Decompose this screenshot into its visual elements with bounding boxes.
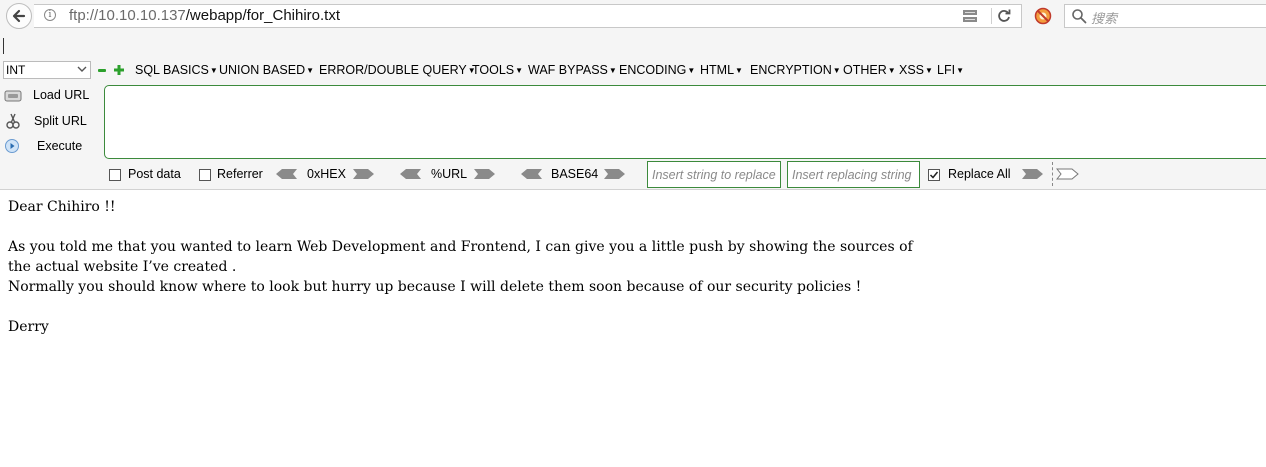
menu-label: SQL BASICS <box>135 63 209 77</box>
menu-label: TOOLS <box>472 63 515 77</box>
info-icon[interactable]: i <box>44 9 56 21</box>
load-url-icon <box>4 90 22 102</box>
replace-all-label: Replace All <box>948 167 1011 181</box>
type-select-value: INT <box>6 63 26 77</box>
execute-button[interactable]: Execute <box>37 139 82 153</box>
hex-label: 0xHEX <box>307 167 346 181</box>
minus-icon[interactable] <box>98 69 106 72</box>
replace-arrow-icon[interactable] <box>1021 167 1045 181</box>
menu-waf-bypass[interactable]: WAF BYPASS▼ <box>528 63 617 77</box>
menu-label: UNION BASED <box>219 63 306 77</box>
menu-encoding[interactable]: ENCODING▼ <box>619 63 695 77</box>
plus-icon[interactable] <box>114 65 124 75</box>
text-line: the actual website I’ve created . <box>8 259 237 275</box>
menu-label: WAF BYPASS <box>528 63 608 77</box>
menu-encryption[interactable]: ENCRYPTION▼ <box>750 63 841 77</box>
replace-all-checkbox[interactable] <box>928 169 940 181</box>
url-separator <box>991 8 992 24</box>
reload-icon[interactable] <box>996 8 1012 24</box>
menu-lfi[interactable]: LFI▼ <box>937 63 964 77</box>
back-button[interactable] <box>6 3 32 29</box>
toolbar-separator <box>1052 162 1053 186</box>
reader-view-icon[interactable] <box>962 9 978 23</box>
hex-encode-arrow-icon[interactable] <box>352 167 376 181</box>
back-arrow-icon <box>12 9 26 23</box>
replace-string-placeholder: Insert string to replace <box>652 168 776 182</box>
split-url-button[interactable]: Split URL <box>34 114 87 128</box>
checkmark-icon <box>929 171 939 179</box>
url-decode-arrow-icon[interactable] <box>398 167 422 181</box>
menu-html[interactable]: HTML▼ <box>700 63 743 77</box>
menu-error-double-query[interactable]: ERROR/DOUBLE QUERY▼ <box>319 63 476 77</box>
referrer-label: Referrer <box>217 167 263 181</box>
menu-xss[interactable]: XSS▼ <box>899 63 933 77</box>
menu-label: XSS <box>899 63 925 77</box>
menu-union-based[interactable]: UNION BASED▼ <box>219 63 314 77</box>
text-cursor <box>3 38 4 54</box>
referrer-checkbox[interactable] <box>199 169 211 181</box>
split-url-icon <box>6 113 20 129</box>
addon-icon[interactable] <box>1034 7 1052 25</box>
url-textarea[interactable] <box>104 85 1266 159</box>
post-data-label: Post data <box>128 167 181 181</box>
url-path: /webapp/for_Chihiro.txt <box>185 7 341 24</box>
base64-encode-arrow-icon[interactable] <box>603 167 627 181</box>
search-placeholder: 搜索 <box>1091 12 1118 27</box>
menu-label: HTML <box>700 63 735 77</box>
menu-other[interactable]: OTHER▼ <box>843 63 896 77</box>
text-line: Normally you should know where to look b… <box>8 279 862 295</box>
replacing-string-placeholder: Insert replacing string <box>792 168 912 182</box>
base64-decode-arrow-icon[interactable] <box>519 167 543 181</box>
chevron-down-icon <box>77 66 87 72</box>
replace-reverse-arrow-icon[interactable] <box>1056 167 1080 181</box>
text-line: Derry <box>8 319 49 335</box>
menu-label: LFI <box>937 63 956 77</box>
search-icon <box>1072 9 1087 24</box>
url-encoding-label: %URL <box>431 167 468 181</box>
menu-sql-basics[interactable]: SQL BASICS▼ <box>135 63 218 77</box>
text-line: As you told me that you wanted to learn … <box>8 239 913 255</box>
url-text[interactable]: ftp://10.10.10.137/webapp/for_Chihiro.tx… <box>69 7 340 24</box>
menu-label: OTHER <box>843 63 887 77</box>
url-encode-arrow-icon[interactable] <box>473 167 497 181</box>
execute-icon <box>5 139 19 153</box>
base64-label: BASE64 <box>551 167 599 181</box>
url-host: ftp://10.10.10.137 <box>69 7 186 24</box>
menu-label: ENCODING <box>619 63 687 77</box>
menu-label: ERROR/DOUBLE QUERY <box>319 63 467 77</box>
post-data-checkbox[interactable] <box>109 169 121 181</box>
text-line: Dear Chihiro !! <box>8 199 116 215</box>
menu-tools[interactable]: TOOLS▼ <box>472 63 523 77</box>
load-url-button[interactable]: Load URL <box>33 88 89 102</box>
hex-decode-arrow-icon[interactable] <box>274 167 298 181</box>
menu-label: ENCRYPTION <box>750 63 832 77</box>
